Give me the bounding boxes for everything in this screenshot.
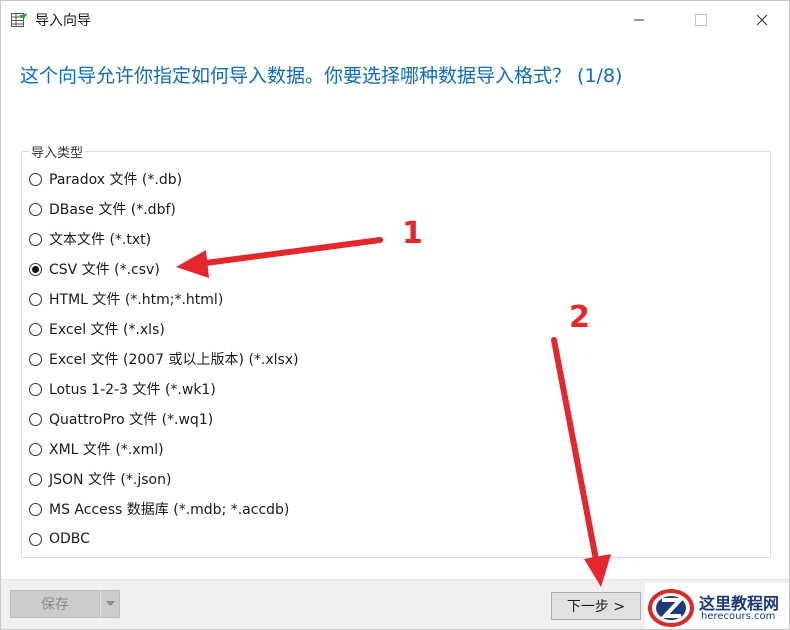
option-excel-xls[interactable]: Excel 文件 (*.xls): [29, 314, 165, 344]
watermark-logo-icon: [647, 587, 697, 629]
option-csv[interactable]: CSV 文件 (*.csv): [29, 254, 160, 284]
option-odbc[interactable]: ODBC: [29, 524, 90, 554]
option-label: JSON 文件 (*.json): [49, 472, 172, 488]
option-json[interactable]: JSON 文件 (*.json): [29, 464, 171, 494]
annotation-step-2: 2: [569, 300, 590, 335]
radio-button[interactable]: [29, 322, 42, 336]
radio-button[interactable]: [29, 472, 42, 486]
option-ms-access[interactable]: MS Access 数据库 (*.mdb; *.accdb): [29, 494, 289, 524]
table-import-icon: [11, 12, 27, 28]
option-label: 文本文件 (*.txt): [49, 232, 152, 248]
option-dbase[interactable]: DBase 文件 (*.dbf): [29, 194, 176, 224]
option-label: HTML 文件 (*.htm;*.html): [49, 292, 224, 308]
radio-button[interactable]: [29, 412, 42, 426]
option-label: Lotus 1-2-3 文件 (*.wk1): [49, 382, 216, 398]
option-label: CSV 文件 (*.csv): [49, 262, 160, 278]
radio-button[interactable]: [29, 442, 42, 456]
option-excel-xlsx[interactable]: Excel 文件 (2007 或以上版本) (*.xlsx): [29, 344, 299, 374]
radio-button[interactable]: [29, 172, 42, 186]
radio-button[interactable]: [29, 202, 42, 216]
title-bar: 导入向导: [1, 1, 789, 39]
wizard-headline: 这个向导允许你指定如何导入数据。你要选择哪种数据导入格式？ (1/8): [20, 65, 623, 87]
option-paradox[interactable]: Paradox 文件 (*.db): [29, 164, 182, 194]
watermark-url: herecours.com: [701, 611, 776, 622]
annotation-step-1: 1: [402, 216, 423, 251]
watermark: 这里教程网 herecours.com: [645, 583, 789, 629]
radio-button[interactable]: [29, 352, 42, 366]
radio-button[interactable]: [29, 382, 42, 396]
radio-button[interactable]: [29, 502, 42, 516]
save-button[interactable]: 保存: [10, 590, 100, 618]
option-label: DBase 文件 (*.dbf): [49, 202, 176, 218]
option-quattropro[interactable]: QuattroPro 文件 (*.wq1): [29, 404, 213, 434]
option-label: Paradox 文件 (*.db): [49, 172, 183, 188]
save-dropdown-button[interactable]: [100, 590, 120, 618]
option-label: Excel 文件 (2007 或以上版本) (*.xlsx): [49, 352, 299, 368]
radio-button[interactable]: [29, 292, 42, 306]
option-html[interactable]: HTML 文件 (*.htm;*.html): [29, 284, 223, 314]
option-xml[interactable]: XML 文件 (*.xml): [29, 434, 164, 464]
option-label: MS Access 数据库 (*.mdb; *.accdb): [49, 502, 290, 518]
option-label: Excel 文件 (*.xls): [49, 322, 165, 338]
radio-button[interactable]: [29, 532, 42, 546]
radio-button[interactable]: [29, 262, 42, 276]
option-label: QuattroPro 文件 (*.wq1): [49, 412, 214, 428]
option-label: ODBC: [49, 531, 90, 547]
import-type-group-title: 导入类型: [29, 142, 86, 161]
minimize-button[interactable]: [616, 1, 662, 39]
option-label: XML 文件 (*.xml): [49, 442, 164, 458]
maximize-icon: [695, 14, 707, 26]
import-wizard-window: 导入向导 这个向导允许你指定如何导入数据。你要选择哪种数据导入格式？ (1/8)…: [0, 0, 790, 630]
close-button[interactable]: [739, 1, 785, 39]
minimize-icon: [634, 19, 644, 21]
close-icon: [756, 14, 768, 26]
next-step-button[interactable]: 下一步 >: [551, 592, 641, 620]
option-lotus[interactable]: Lotus 1-2-3 文件 (*.wk1): [29, 374, 216, 404]
chevron-down-icon: [105, 601, 115, 606]
window-title: 导入向导: [35, 13, 91, 29]
radio-button[interactable]: [29, 232, 42, 246]
maximize-button[interactable]: [678, 1, 724, 39]
option-text[interactable]: 文本文件 (*.txt): [29, 224, 151, 254]
